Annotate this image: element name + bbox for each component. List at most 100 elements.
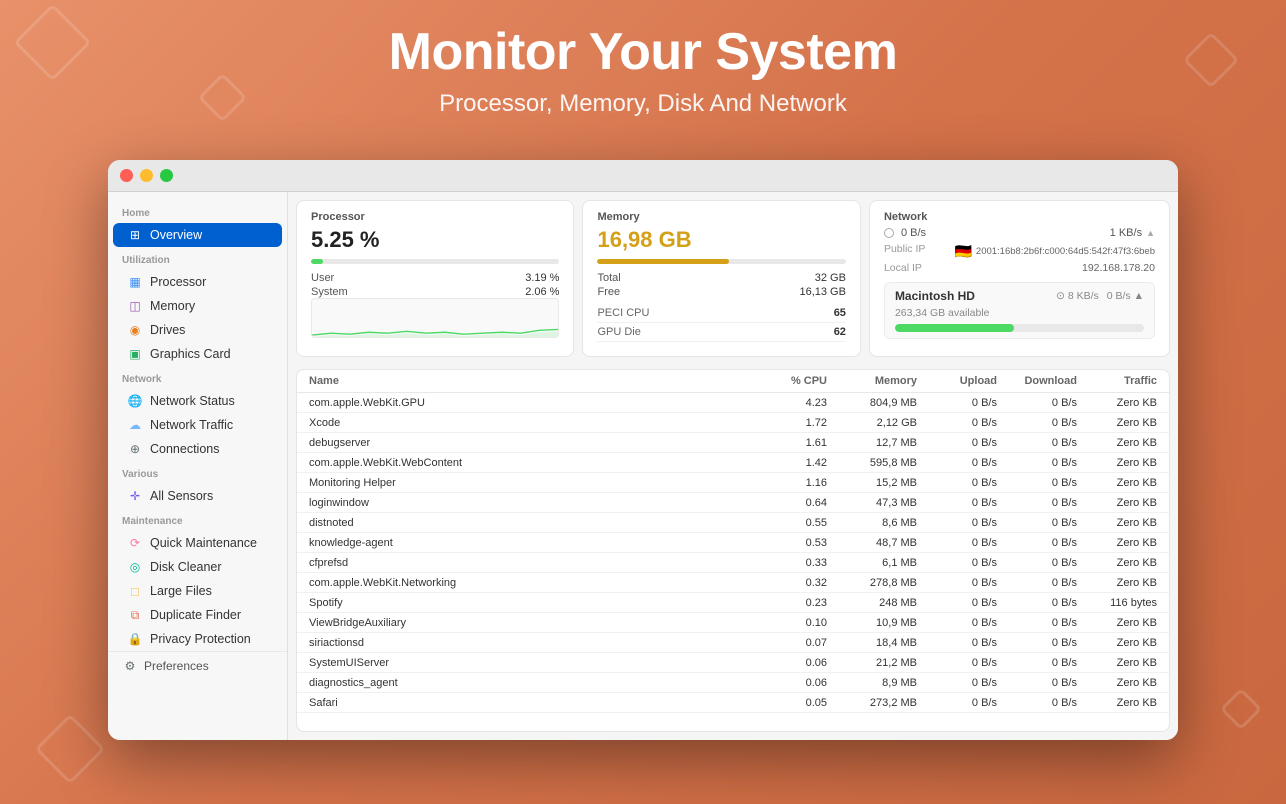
gpu-icon: ▣ (127, 346, 143, 362)
macintosh-title: Macintosh HD (895, 289, 975, 303)
cell-download: 0 B/s (997, 457, 1077, 469)
table-row[interactable]: Safari 0.05 273,2 MB 0 B/s 0 B/s Zero KB (297, 693, 1169, 713)
cell-download: 0 B/s (997, 597, 1077, 609)
memory-icon: ◫ (127, 298, 143, 314)
table-row[interactable]: loginwindow 0.64 47,3 MB 0 B/s 0 B/s Zer… (297, 493, 1169, 513)
network-down-val: 0 B/s (901, 227, 926, 239)
grid-icon: ⊞ (127, 227, 143, 243)
table-row[interactable]: siriactionsd 0.07 18,4 MB 0 B/s 0 B/s Ze… (297, 633, 1169, 653)
memory-stats: Total 32 GB Free 16,13 GB (597, 272, 845, 298)
close-button[interactable] (120, 169, 133, 182)
sidebar-item-label-quick-maintenance: Quick Maintenance (150, 536, 257, 550)
cell-upload: 0 B/s (917, 677, 997, 689)
table-row[interactable]: ViewBridgeAuxiliary 0.10 10,9 MB 0 B/s 0… (297, 613, 1169, 633)
cell-name: SystemUIServer (309, 657, 747, 669)
cell-download: 0 B/s (997, 437, 1077, 449)
globe-icon: 🌐 (127, 393, 143, 409)
cell-name: Spotify (309, 597, 747, 609)
memory-panel: Memory 16,98 GB Total 32 GB Free 16,13 G… (582, 200, 860, 357)
memory-title: Memory (597, 211, 845, 223)
cell-memory: 6,1 MB (827, 557, 917, 569)
processor-stats: User 3.19 % System 2.06 % (311, 272, 559, 298)
local-ip-row: Local IP 192.168.178.20 (884, 262, 1155, 274)
cell-cpu: 0.32 (747, 577, 827, 589)
cell-traffic: Zero KB (1077, 657, 1157, 669)
cell-cpu: 0.33 (747, 557, 827, 569)
cell-name: Xcode (309, 417, 747, 429)
memory-free-row: Free 16,13 GB (597, 286, 845, 298)
table-row[interactable]: distnoted 0.55 8,6 MB 0 B/s 0 B/s Zero K… (297, 513, 1169, 533)
sidebar-item-graphics-card[interactable]: ▣ Graphics Card (113, 342, 282, 366)
sidebar: Home ⊞ Overview Utilization ▦ Processor … (108, 192, 288, 740)
sidebar-item-disk-cleaner[interactable]: ◎ Disk Cleaner (113, 555, 282, 579)
sidebar-item-network-status[interactable]: 🌐 Network Status (113, 389, 282, 413)
preferences-label: Preferences (144, 659, 209, 673)
maximize-button[interactable] (160, 169, 173, 182)
cell-cpu: 1.72 (747, 417, 827, 429)
table-row[interactable]: com.apple.WebKit.GPU 4.23 804,9 MB 0 B/s… (297, 393, 1169, 413)
memory-bar-container (597, 259, 845, 264)
sidebar-item-overview[interactable]: ⊞ Overview (113, 223, 282, 247)
table-row[interactable]: knowledge-agent 0.53 48,7 MB 0 B/s 0 B/s… (297, 533, 1169, 553)
cell-cpu: 1.42 (747, 457, 827, 469)
cell-memory: 10,9 MB (827, 617, 917, 629)
table-row[interactable]: Spotify 0.23 248 MB 0 B/s 0 B/s 116 byte… (297, 593, 1169, 613)
hero-title: Monitor Your System (0, 22, 1286, 82)
table-row[interactable]: debugserver 1.61 12,7 MB 0 B/s 0 B/s Zer… (297, 433, 1169, 453)
table-row[interactable]: cfprefsd 0.33 6,1 MB 0 B/s 0 B/s Zero KB (297, 553, 1169, 573)
sidebar-item-privacy-protection[interactable]: 🔒 Privacy Protection (113, 627, 282, 651)
cell-download: 0 B/s (997, 617, 1077, 629)
plus-icon: ✛ (127, 488, 143, 504)
title-bar (108, 160, 1178, 192)
cell-traffic: Zero KB (1077, 697, 1157, 709)
network-up-group: 1 KB/s ▲ (1110, 227, 1155, 239)
processor-system-row: System 2.06 % (311, 286, 559, 298)
network-up-val: 1 KB/s (1110, 227, 1142, 239)
cell-traffic: Zero KB (1077, 477, 1157, 489)
cell-download: 0 B/s (997, 477, 1077, 489)
sidebar-item-processor[interactable]: ▦ Processor (113, 270, 282, 294)
sidebar-item-label-memory: Memory (150, 299, 195, 313)
preferences-row[interactable]: ⚙ Preferences (108, 651, 287, 680)
cell-name: knowledge-agent (309, 537, 747, 549)
sidebar-item-large-files[interactable]: ◻ Large Files (113, 579, 282, 603)
sidebar-item-label-privacy-protection: Privacy Protection (150, 632, 251, 646)
cell-name: loginwindow (309, 497, 747, 509)
table-row[interactable]: com.apple.WebKit.Networking 0.32 278,8 M… (297, 573, 1169, 593)
table-row[interactable]: Monitoring Helper 1.16 15,2 MB 0 B/s 0 B… (297, 473, 1169, 493)
cell-traffic: Zero KB (1077, 457, 1157, 469)
sidebar-item-duplicate-finder[interactable]: ⧉ Duplicate Finder (113, 603, 282, 627)
cell-traffic: Zero KB (1077, 577, 1157, 589)
app-body: Home ⊞ Overview Utilization ▦ Processor … (108, 192, 1178, 740)
cell-upload: 0 B/s (917, 597, 997, 609)
minimize-button[interactable] (140, 169, 153, 182)
table-row[interactable]: com.apple.WebKit.WebContent 1.42 595,8 M… (297, 453, 1169, 473)
sidebar-item-connections[interactable]: ⊕ Connections (113, 437, 282, 461)
cell-upload: 0 B/s (917, 617, 997, 629)
sidebar-item-memory[interactable]: ◫ Memory (113, 294, 282, 318)
peci-cpu-label: PECI CPU (597, 307, 649, 319)
app-window: Home ⊞ Overview Utilization ▦ Processor … (108, 160, 1178, 740)
macintosh-subpanel: Macintosh HD ⊙ 8 KB/s 0 B/s ▲ 263,34 GB … (884, 282, 1155, 339)
sidebar-item-quick-maintenance[interactable]: ⟳ Quick Maintenance (113, 531, 282, 555)
sidebar-item-drives[interactable]: ◉ Drives (113, 318, 282, 342)
cell-cpu: 0.23 (747, 597, 827, 609)
processor-bar-container (311, 259, 559, 264)
hero-section: Monitor Your System Processor, Memory, D… (0, 0, 1286, 136)
cell-traffic: Zero KB (1077, 557, 1157, 569)
sidebar-item-label-drives: Drives (150, 323, 185, 337)
sidebar-item-label-large-files: Large Files (150, 584, 212, 598)
sidebar-item-network-traffic[interactable]: ☁ Network Traffic (113, 413, 282, 437)
public-ip-val: 2001:16b8:2b6f:c000:64d5:542f:47f3:6beb (976, 246, 1155, 257)
main-content: Processor 5.25 % User 3.19 % System 2.06… (288, 192, 1178, 740)
table-row[interactable]: SystemUIServer 0.06 21,2 MB 0 B/s 0 B/s … (297, 653, 1169, 673)
table-row[interactable]: Xcode 1.72 2,12 GB 0 B/s 0 B/s Zero KB (297, 413, 1169, 433)
network-title: Network (884, 211, 1155, 223)
cell-download: 0 B/s (997, 417, 1077, 429)
sidebar-item-label-overview: Overview (150, 228, 202, 242)
cell-cpu: 0.10 (747, 617, 827, 629)
sidebar-item-all-sensors[interactable]: ✛ All Sensors (113, 484, 282, 508)
table-row[interactable]: diagnostics_agent 0.06 8,9 MB 0 B/s 0 B/… (297, 673, 1169, 693)
cell-upload: 0 B/s (917, 477, 997, 489)
sidebar-item-label-gpu: Graphics Card (150, 347, 231, 361)
